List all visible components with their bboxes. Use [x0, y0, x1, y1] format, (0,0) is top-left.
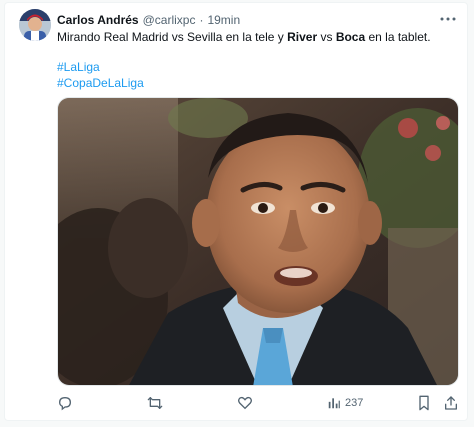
- reply-icon: [58, 396, 72, 411]
- tweet-text-bold: Boca: [335, 30, 366, 44]
- tweet-timestamp[interactable]: 19min: [207, 13, 240, 27]
- tweet-header: Carlos Andrés @carlixpc · 19min: [57, 11, 240, 29]
- retweet-button[interactable]: [147, 393, 163, 413]
- share-icon: [445, 396, 457, 410]
- hashtag-link[interactable]: #CopaDeLaLiga: [57, 75, 144, 91]
- views-button[interactable]: 237: [327, 393, 363, 413]
- tweet-text: Mirando Real Madrid vs Sevilla en la tel…: [57, 29, 457, 45]
- tweet-text-bold: River: [287, 30, 318, 44]
- bookmark-icon: [419, 395, 429, 411]
- more-horizontal-icon: [440, 17, 456, 21]
- author-name[interactable]: Carlos Andrés: [57, 13, 139, 27]
- views-bar-chart-icon: [328, 398, 340, 409]
- header-separator: ·: [199, 13, 204, 27]
- bookmark-button[interactable]: [417, 393, 431, 413]
- tweet-text-part: Mirando Real Madrid vs Sevilla en la tel…: [57, 30, 288, 44]
- author-avatar[interactable]: [19, 9, 51, 41]
- reply-button[interactable]: [57, 393, 73, 413]
- author-handle[interactable]: @carlixpc: [143, 13, 196, 27]
- more-options-button[interactable]: [437, 9, 459, 29]
- tweet-text-part: en la tablet.: [365, 30, 431, 44]
- tweet-media-image[interactable]: [57, 97, 459, 386]
- like-button[interactable]: [237, 393, 253, 413]
- tweet-actions-bar: 237: [57, 393, 459, 413]
- tweet-card[interactable]: Carlos Andrés @carlixpc · 19min Mirando …: [4, 2, 468, 421]
- hashtag-link[interactable]: #LaLiga: [57, 59, 100, 75]
- retweet-icon: [147, 397, 163, 409]
- heart-icon: [238, 396, 252, 410]
- views-count: 237: [345, 397, 364, 409]
- tweet-text-part: vs: [317, 30, 336, 44]
- share-button[interactable]: [443, 393, 459, 413]
